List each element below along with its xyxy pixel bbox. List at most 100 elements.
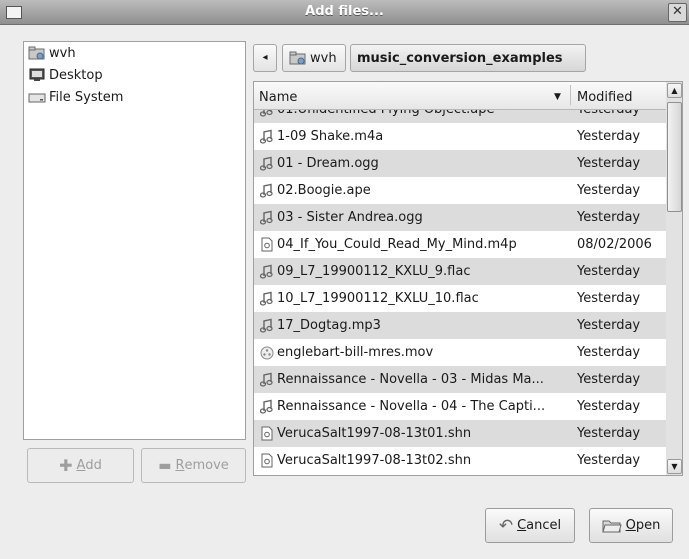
column-name[interactable]: Name xyxy=(259,90,297,105)
file-modified: Yesterday xyxy=(577,156,641,171)
file-row[interactable]: 01.Unidentified Flying Object.apeYesterd… xyxy=(254,110,667,123)
file-modified: Yesterday xyxy=(577,110,640,117)
add-label: dd xyxy=(85,458,102,473)
file-modified: Yesterday xyxy=(577,129,641,144)
crumb-home-label: wvh xyxy=(310,50,337,66)
file-modified: Yesterday xyxy=(577,264,641,279)
audio-icon xyxy=(259,156,274,172)
title-bar: Add files... ✕ xyxy=(0,0,689,25)
file-name: 01.Unidentified Flying Object.ape xyxy=(277,110,577,117)
file-modified: Yesterday xyxy=(577,426,641,441)
place-filesystem[interactable]: File System xyxy=(24,86,245,108)
file-row[interactable]: 01 - Dream.ogg Yesterday xyxy=(254,150,667,177)
cancel-label: ancel xyxy=(526,518,562,533)
scroll-thumb[interactable] xyxy=(667,102,682,212)
place-label: Desktop xyxy=(49,67,103,83)
place-label: File System xyxy=(49,89,124,105)
file-name: 09_L7_19900112_KXLU_9.flac xyxy=(277,264,471,279)
file-row[interactable]: Rennaissance - Novella - 04 - The Capti.… xyxy=(254,393,667,420)
file-row[interactable]: 1-09 Shake.m4a Yesterday xyxy=(254,123,667,150)
cancel-button[interactable]: ↶ Cancel xyxy=(485,508,575,543)
remove-label: emove xyxy=(184,458,229,473)
file-name: 10_L7_19900112_KXLU_10.flac xyxy=(277,291,479,306)
file-name: VerucaSalt1997-08-13t01.shn xyxy=(277,426,472,441)
open-label: pen xyxy=(635,518,661,533)
window-title: Add files... xyxy=(305,4,384,19)
file-row[interactable]: englebart-bill-mres.mov Yesterday xyxy=(254,339,667,366)
file-modified: Yesterday xyxy=(577,345,641,360)
remove-bookmark-button[interactable]: ▬ Remove xyxy=(141,448,246,483)
scroll-down-icon[interactable]: ▼ xyxy=(667,459,682,474)
document-icon xyxy=(259,453,274,469)
path-back-button[interactable]: ◂ xyxy=(253,44,277,72)
file-rows: 01.Unidentified Flying Object.apeYesterd… xyxy=(254,110,667,475)
add-accel: A xyxy=(76,458,86,473)
file-list[interactable]: Name ▼ Modified 01.Unidentified Flying O… xyxy=(253,81,668,476)
add-icon: ✚ xyxy=(59,456,73,475)
home-folder-icon xyxy=(28,46,46,60)
column-modified[interactable]: Modified xyxy=(577,90,632,105)
remove-accel: R xyxy=(175,458,185,473)
vertical-scrollbar[interactable]: ▲ ▼ xyxy=(666,81,683,476)
close-icon[interactable]: ✕ xyxy=(668,3,687,22)
file-row[interactable]: 03 - Sister Andrea.ogg Yesterday xyxy=(254,204,667,231)
home-folder-icon xyxy=(289,51,307,65)
open-folder-icon xyxy=(601,518,622,534)
file-name: Rennaissance - Novella - 03 - Midas Ma..… xyxy=(277,372,544,387)
document-icon xyxy=(259,237,274,253)
file-row[interactable]: VerucaSalt1997-08-13t02.shn Yesterday xyxy=(254,447,667,474)
audio-icon xyxy=(259,291,274,307)
crumb-current[interactable]: music_conversion_examples xyxy=(350,44,586,72)
file-row[interactable]: Rennaissance - Novella - 03 - Midas Ma..… xyxy=(254,366,667,393)
audio-icon xyxy=(259,264,274,280)
file-name: englebart-bill-mres.mov xyxy=(277,345,434,360)
audio-icon xyxy=(259,129,274,145)
audio-icon xyxy=(259,210,274,226)
open-button[interactable]: Open xyxy=(589,508,673,543)
file-name: 02.Boogie.ape xyxy=(277,183,371,198)
place-home[interactable]: wvh xyxy=(24,42,245,64)
file-row[interactable]: 10_L7_19900112_KXLU_10.flac Yesterday xyxy=(254,285,667,312)
crumb-current-label: music_conversion_examples xyxy=(357,50,563,66)
places-sidebar: wvh Desktop File System xyxy=(23,41,246,440)
file-modified: Yesterday xyxy=(577,210,641,225)
open-accel: O xyxy=(625,518,636,533)
remove-icon: ▬ xyxy=(158,457,172,474)
file-modified: Yesterday xyxy=(577,372,641,387)
file-name: 1-09 Shake.m4a xyxy=(277,129,384,144)
audio-icon xyxy=(259,399,274,415)
sort-descending-icon[interactable]: ▼ xyxy=(554,92,561,102)
file-modified: Yesterday xyxy=(577,453,641,468)
scroll-up-icon[interactable]: ▲ xyxy=(667,83,682,98)
file-row[interactable]: 09_L7_19900112_KXLU_9.flac Yesterday xyxy=(254,258,667,285)
file-row[interactable]: VerucaSalt1997-08-13t01.shn Yesterday xyxy=(254,420,667,447)
cancel-accel: C xyxy=(517,518,527,533)
video-icon xyxy=(259,345,274,361)
file-row[interactable]: 02.Boogie.ape Yesterday xyxy=(254,177,667,204)
file-modified: Yesterday xyxy=(577,318,641,333)
audio-icon xyxy=(259,318,274,334)
undo-icon: ↶ xyxy=(498,515,514,536)
document-icon xyxy=(259,426,274,442)
file-name: 03 - Sister Andrea.ogg xyxy=(277,210,423,225)
audio-icon xyxy=(259,183,274,199)
file-name: 01 - Dream.ogg xyxy=(277,156,379,171)
file-row[interactable]: 04_If_You_Could_Read_My_Mind.m4p 08/02/20… xyxy=(254,231,667,258)
file-name: 17_Dogtag.mp3 xyxy=(277,318,381,333)
file-name: VerucaSalt1997-08-13t02.shn xyxy=(277,453,472,468)
place-label: wvh xyxy=(49,45,76,61)
file-list-header: Name ▼ Modified xyxy=(254,82,667,110)
file-modified: Yesterday xyxy=(577,291,641,306)
drive-icon xyxy=(28,90,46,104)
left-arrow-icon: ◂ xyxy=(262,52,268,63)
audio-icon xyxy=(259,110,274,118)
file-modified: 08/02/2006 xyxy=(577,237,652,252)
file-name: 04_If_You_Could_Read_My_Mind.m4p xyxy=(277,237,517,252)
desktop-icon xyxy=(28,68,46,82)
crumb-home[interactable]: wvh xyxy=(282,44,346,72)
place-desktop[interactable]: Desktop xyxy=(24,64,245,86)
file-row[interactable]: 17_Dogtag.mp3 Yesterday xyxy=(254,312,667,339)
add-bookmark-button[interactable]: ✚ Add xyxy=(27,448,134,483)
file-modified: Yesterday xyxy=(577,183,641,198)
file-modified: Yesterday xyxy=(577,399,641,414)
